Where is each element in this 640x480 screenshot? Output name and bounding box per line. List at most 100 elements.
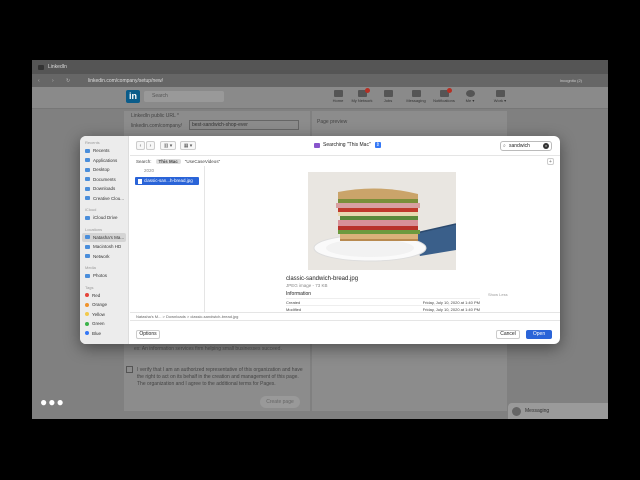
clear-search-icon[interactable]: × [543, 143, 549, 149]
messaging-bar[interactable]: Messaging [508, 403, 608, 419]
sidebar-item[interactable]: Photos [80, 271, 128, 281]
sidebar-item[interactable]: Natasha's Ma... [82, 232, 126, 242]
nav-network-label: My Network [351, 98, 373, 103]
nav-messaging[interactable]: Messaging [404, 90, 428, 103]
home-icon [333, 90, 343, 97]
messaging-label: Messaging [525, 408, 550, 414]
preview-file-kind: JPEG image - 73 KB [286, 283, 328, 288]
nav-work[interactable]: Work ▾ [488, 90, 512, 103]
sidebar-item[interactable]: Downloads [80, 184, 128, 194]
sandwich-photo [308, 172, 456, 270]
sidebar-section-title: Media [85, 265, 96, 270]
add-criteria-button[interactable]: + [547, 158, 554, 165]
cancel-button[interactable]: Cancel [496, 330, 520, 339]
chat-icon [411, 90, 421, 97]
info-row-modified: Modified Friday, July 10, 2020 at 1:40 P… [286, 305, 480, 312]
sidebar-item[interactable]: Documents [80, 175, 128, 185]
sidebar-item[interactable]: Creative Clou... [80, 194, 128, 204]
sidebar-item-label: Applications [93, 157, 118, 163]
group-icon[interactable]: ▦ ▾ [180, 141, 196, 150]
linkedin-search-input[interactable]: Search [144, 91, 224, 102]
location-popup[interactable]: Searching "This Mac" ⇕ [314, 142, 381, 148]
open-button[interactable]: Open [526, 330, 552, 339]
incognito-indicator[interactable]: Incognito (2) [560, 78, 582, 83]
path-bar[interactable]: Natasha's M... > Downloads > classic-san… [130, 312, 560, 320]
sidebar-item[interactable]: Applications [80, 156, 128, 166]
column-view-icon[interactable]: ▥ ▾ [160, 141, 176, 150]
sidebar-item[interactable]: Desktop [80, 165, 128, 175]
disk-icon [85, 244, 90, 249]
nav-home[interactable]: Home [326, 90, 350, 103]
back-button[interactable]: ‹ [136, 141, 145, 150]
nav-notifications[interactable]: Notifications [432, 88, 456, 103]
file-preview: classic-sandwich-bread.jpg JPEG image - … [206, 166, 560, 312]
show-less-link[interactable]: Show Less [488, 292, 508, 297]
file-open-dialog: Recents Recents Applications Desktop Documen… [80, 136, 560, 344]
search-input[interactable]: ⌕ sandwich × [500, 141, 552, 151]
public-url-input[interactable]: best-sandwich-shop-ever [189, 120, 299, 130]
notification-badge [446, 88, 452, 93]
list-item[interactable]: classic-san...h-bread.jpg [135, 177, 199, 185]
reload-icon[interactable]: ↻ [66, 78, 74, 84]
nav-jobs[interactable]: Jobs [376, 90, 400, 103]
file-name: classic-san...h-bread.jpg [144, 178, 193, 183]
sidebar-tag[interactable]: Orange [80, 300, 128, 310]
nav-work-label: Work ▾ [493, 98, 507, 103]
sidebar-tags-title: Tags [85, 284, 94, 290]
url-field[interactable]: linkedin.com/company/setup/new/ [88, 78, 163, 84]
linkedin-logo-icon[interactable]: in [126, 90, 140, 103]
network-icon [357, 88, 370, 97]
nav-me-label: Me ▾ [465, 98, 475, 103]
verify-checkbox[interactable] [126, 366, 133, 373]
create-page-button[interactable]: Create page [260, 396, 300, 408]
download-icon [85, 186, 90, 191]
sidebar-item-label: Documents [93, 176, 116, 182]
back-icon[interactable]: ‹ [38, 78, 46, 84]
tagline-input[interactable]: ex: An information services firm helping… [134, 346, 282, 352]
public-url-prefix: linkedin.com/company/ [131, 123, 182, 129]
verify-text-1: I verify that I am an authorized represe… [137, 367, 303, 373]
grid-icon [495, 90, 505, 97]
sidebar-item[interactable]: Macintosh HD [80, 242, 128, 252]
browser-tab-title[interactable]: LinkedIn [48, 64, 67, 70]
page-preview-label: Page preview [317, 119, 348, 125]
chevron-updown-icon[interactable]: ⇕ [374, 142, 381, 148]
search-scope-bar: Search: This Mac "UseCaseVideos" + [130, 157, 560, 166]
nav-me[interactable]: Me ▾ [458, 90, 482, 103]
sidebar-tag-label: Green [92, 321, 105, 327]
scope-folder[interactable]: "UseCaseVideos" [185, 159, 220, 164]
sidebar-item[interactable]: Network [80, 252, 128, 262]
folder-search-icon [314, 142, 320, 148]
sidebar-section-title: Recents [85, 140, 100, 145]
folder-icon [85, 196, 90, 201]
sidebar-item-label: Photos [93, 273, 108, 279]
forward-button[interactable]: › [146, 141, 155, 150]
sidebar-tag[interactable]: Yellow [80, 310, 128, 320]
file-list: 2020 classic-san...h-bread.jpg [130, 166, 205, 312]
scope-this-mac[interactable]: This Mac [155, 159, 181, 164]
tab-favicon-icon [38, 64, 44, 70]
tag-color-dot-icon [85, 293, 89, 298]
sidebar-item[interactable]: Recents [80, 146, 128, 156]
clock-icon [85, 148, 90, 153]
nav-notifications-label: Notifications [433, 98, 455, 103]
sidebar-tag[interactable]: Green [80, 319, 128, 329]
verify-text-2: the right to act on its behalf in the cr… [137, 374, 299, 380]
browser-titlebar: LinkedIn [32, 60, 608, 74]
sidebar-tag[interactable]: Red [80, 291, 128, 301]
more-dots-icon: ●●● [40, 395, 65, 409]
forward-icon[interactable]: › [52, 78, 60, 84]
cloud-icon [85, 215, 90, 220]
nav-messaging-label: Messaging [406, 98, 426, 103]
browser-address-bar: ‹ › ↻ linkedin.com/company/setup/new/ In… [32, 74, 608, 87]
sidebar-tag[interactable]: Blue [80, 329, 128, 339]
sidebar-item-label: Creative Clou... [93, 195, 125, 201]
notification-badge [364, 88, 370, 93]
sidebar-item[interactable]: iCloud Drive [80, 213, 128, 223]
options-button[interactable]: Options [136, 330, 160, 339]
nav-my-network[interactable]: My Network [350, 88, 374, 103]
screen: LinkedIn ‹ › ↻ linkedin.com/company/setu… [32, 60, 608, 419]
photos-icon [85, 273, 90, 278]
sidebar-item-label: Desktop [93, 167, 110, 173]
sidebar-item-label: iCloud Drive [93, 215, 118, 221]
